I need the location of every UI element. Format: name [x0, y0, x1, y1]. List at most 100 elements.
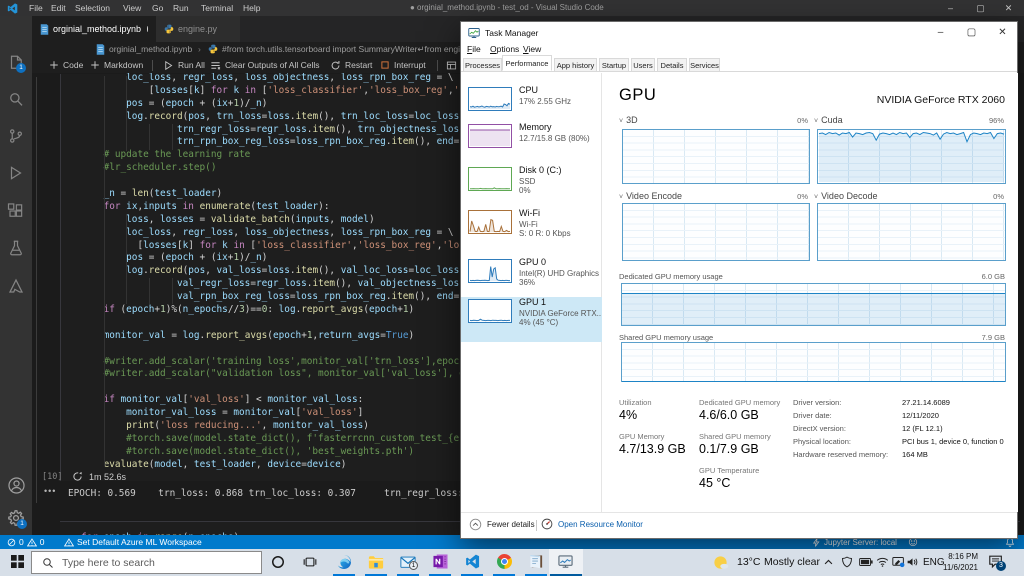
azure-icon[interactable]: [7, 277, 25, 295]
tm-sidebar-gpu-0[interactable]: GPU 0Intel(R) UHD Graphics36%: [461, 257, 602, 297]
account-icon[interactable]: [7, 476, 25, 494]
menu-terminal[interactable]: Terminal: [201, 0, 233, 16]
menu-view[interactable]: View: [123, 0, 141, 16]
weather-temp[interactable]: 13°C: [737, 556, 760, 568]
vscode-logo-icon[interactable]: [7, 3, 18, 14]
vscode-taskbar-icon[interactable]: [460, 549, 484, 574]
volume-icon[interactable]: [906, 556, 919, 568]
activity-bar: 1 1: [0, 16, 32, 535]
task-view-icon[interactable]: [298, 549, 322, 574]
chart-label-cuda[interactable]: ˅Cuda: [814, 115, 843, 125]
detail-label: Driver version:: [793, 398, 841, 407]
add-markdown-button[interactable]: Markdown: [90, 57, 143, 73]
restart-button[interactable]: Restart: [330, 57, 372, 73]
variables-icon: [446, 60, 457, 71]
chrome-icon[interactable]: [492, 549, 516, 574]
tm-minimize-button[interactable]: –: [932, 25, 949, 40]
tm-tab-details[interactable]: Details: [657, 58, 687, 71]
problems-status[interactable]: 0 0: [7, 535, 44, 549]
defender-shield-icon[interactable]: [841, 556, 853, 568]
fewer-details-button[interactable]: Fewer details: [469, 518, 535, 531]
extensions-icon[interactable]: [7, 202, 25, 220]
menu-file[interactable]: File: [29, 0, 43, 16]
tab-engine-py[interactable]: engine.py: [156, 16, 240, 42]
interrupt-button[interactable]: Interrupt: [380, 57, 426, 73]
output-overflow-dots[interactable]: •••: [44, 486, 56, 496]
tm-tab-startup[interactable]: Startup: [599, 58, 629, 71]
tm-tab-services[interactable]: Services: [689, 58, 720, 71]
taskbar-clock[interactable]: 8:16 PM 11/6/2021: [943, 552, 978, 573]
chart-label-3d[interactable]: ˅3D: [619, 115, 638, 125]
clear-outputs-button[interactable]: Clear Outputs of All Cells: [210, 57, 319, 73]
tm-sidebar-item-name: GPU 0: [519, 257, 546, 267]
azure-workspace-status[interactable]: Set Default Azure ML Workspace: [64, 535, 202, 549]
menu-go[interactable]: Go: [152, 0, 163, 16]
run-debug-icon[interactable]: [7, 164, 25, 182]
warning-icon: [27, 538, 37, 547]
tray-chevron-icon[interactable]: [823, 557, 834, 568]
vscode-maximize-button[interactable]: ▢: [973, 0, 988, 16]
breadcrumb-file[interactable]: orginial_method.ipynb: [109, 42, 192, 57]
stat-value: 4.7/13.9 GB: [619, 442, 686, 456]
chart-label-video-decode[interactable]: ˅Video Decode: [814, 191, 877, 201]
cortana-icon[interactable]: [266, 549, 290, 574]
chart-video-encode: [622, 203, 810, 261]
tm-menu-options[interactable]: Options: [490, 44, 519, 54]
vscode-minimize-button[interactable]: –: [943, 0, 958, 16]
tm-sidebar-cpu[interactable]: CPU17% 2.55 GHz: [461, 85, 602, 122]
tm-tab-app-history[interactable]: App history: [554, 58, 597, 71]
menu-edit[interactable]: Edit: [51, 0, 66, 16]
tab-orginial-method[interactable]: orginial_method.ipynb: [32, 16, 156, 42]
tm-close-button[interactable]: ✕: [994, 25, 1011, 40]
mail-icon[interactable]: 1: [396, 549, 420, 574]
clear-outputs-icon: [210, 60, 221, 71]
notepad-icon[interactable]: [524, 549, 548, 574]
open-resource-monitor-link[interactable]: Open Resource Monitor: [541, 518, 643, 530]
wifi-icon[interactable]: [876, 556, 889, 568]
task-manager-taskbar-button[interactable]: [549, 549, 583, 574]
tm-sidebar-gpu-1[interactable]: GPU 1NVIDIA GeForce RTX...4% (45 °C): [461, 297, 602, 342]
tm-sidebar-item-name: Disk 0 (C:): [519, 165, 562, 175]
tm-sidebar-memory[interactable]: Memory12.7/15.8 GB (80%): [461, 122, 602, 165]
onenote-icon[interactable]: [428, 549, 452, 574]
tm-tab-performance[interactable]: Performance: [502, 55, 552, 71]
chart-max: 6.0 GB: [943, 272, 1005, 281]
menu-selection[interactable]: Selection: [75, 0, 110, 16]
tm-sidebar-wi-fi[interactable]: Wi-FiWi-FiS: 0 R: 0 Kbps: [461, 208, 602, 257]
run-all-button[interactable]: Run All: [163, 57, 205, 73]
tm-maximize-button[interactable]: ▢: [963, 25, 980, 40]
explorer-icon[interactable]: 1: [7, 54, 25, 72]
vscode-close-button[interactable]: ✕: [1001, 0, 1016, 16]
tm-tab-processes[interactable]: Processes: [463, 58, 502, 71]
tm-sidebar-item-sub: 17% 2.55 GHz: [519, 97, 571, 106]
language-indicator[interactable]: ENG: [923, 557, 945, 568]
tm-menu-file[interactable]: File: [467, 44, 481, 54]
action-center-icon[interactable]: 3: [988, 554, 1004, 569]
tm-titlebar[interactable]: Task Manager – ▢ ✕: [461, 22, 1017, 44]
cell-success-spinner-icon: [72, 471, 83, 482]
tm-menu-view[interactable]: View: [523, 44, 541, 54]
search-icon[interactable]: [7, 90, 25, 108]
start-button[interactable]: [5, 549, 29, 574]
battery-icon[interactable]: [859, 557, 873, 567]
vscode-titlebar: ● orginial_method.ipynb - test_od - Visu…: [0, 0, 1024, 16]
tm-sidebar-item-sub: 12.7/15.8 GB (80%): [519, 134, 590, 143]
source-control-icon[interactable]: [7, 127, 25, 145]
tab-dirty-dot[interactable]: [147, 26, 148, 32]
menu-run[interactable]: Run: [173, 0, 189, 16]
python-file-icon: [164, 24, 174, 34]
tm-tab-users[interactable]: Users: [631, 58, 655, 71]
execution-duration: 1m 52.6s: [89, 472, 126, 482]
chart-label-video-encode[interactable]: ˅Video Encode: [619, 191, 682, 201]
tm-sidebar-disk-0-c-[interactable]: Disk 0 (C:)SSD0%: [461, 165, 602, 208]
weather-desc[interactable]: Mostly clear: [764, 556, 820, 568]
edge-icon[interactable]: [332, 549, 356, 574]
settings-gear-icon[interactable]: 1: [7, 509, 25, 527]
add-code-button[interactable]: Code: [49, 57, 83, 73]
file-explorer-icon[interactable]: [364, 549, 388, 574]
pen-workspace-icon[interactable]: [892, 556, 905, 568]
test-beaker-icon[interactable]: [7, 239, 25, 257]
menu-help[interactable]: Help: [243, 0, 260, 16]
weather-icon[interactable]: [712, 554, 729, 571]
taskbar-search-box[interactable]: Type here to search: [31, 551, 262, 574]
